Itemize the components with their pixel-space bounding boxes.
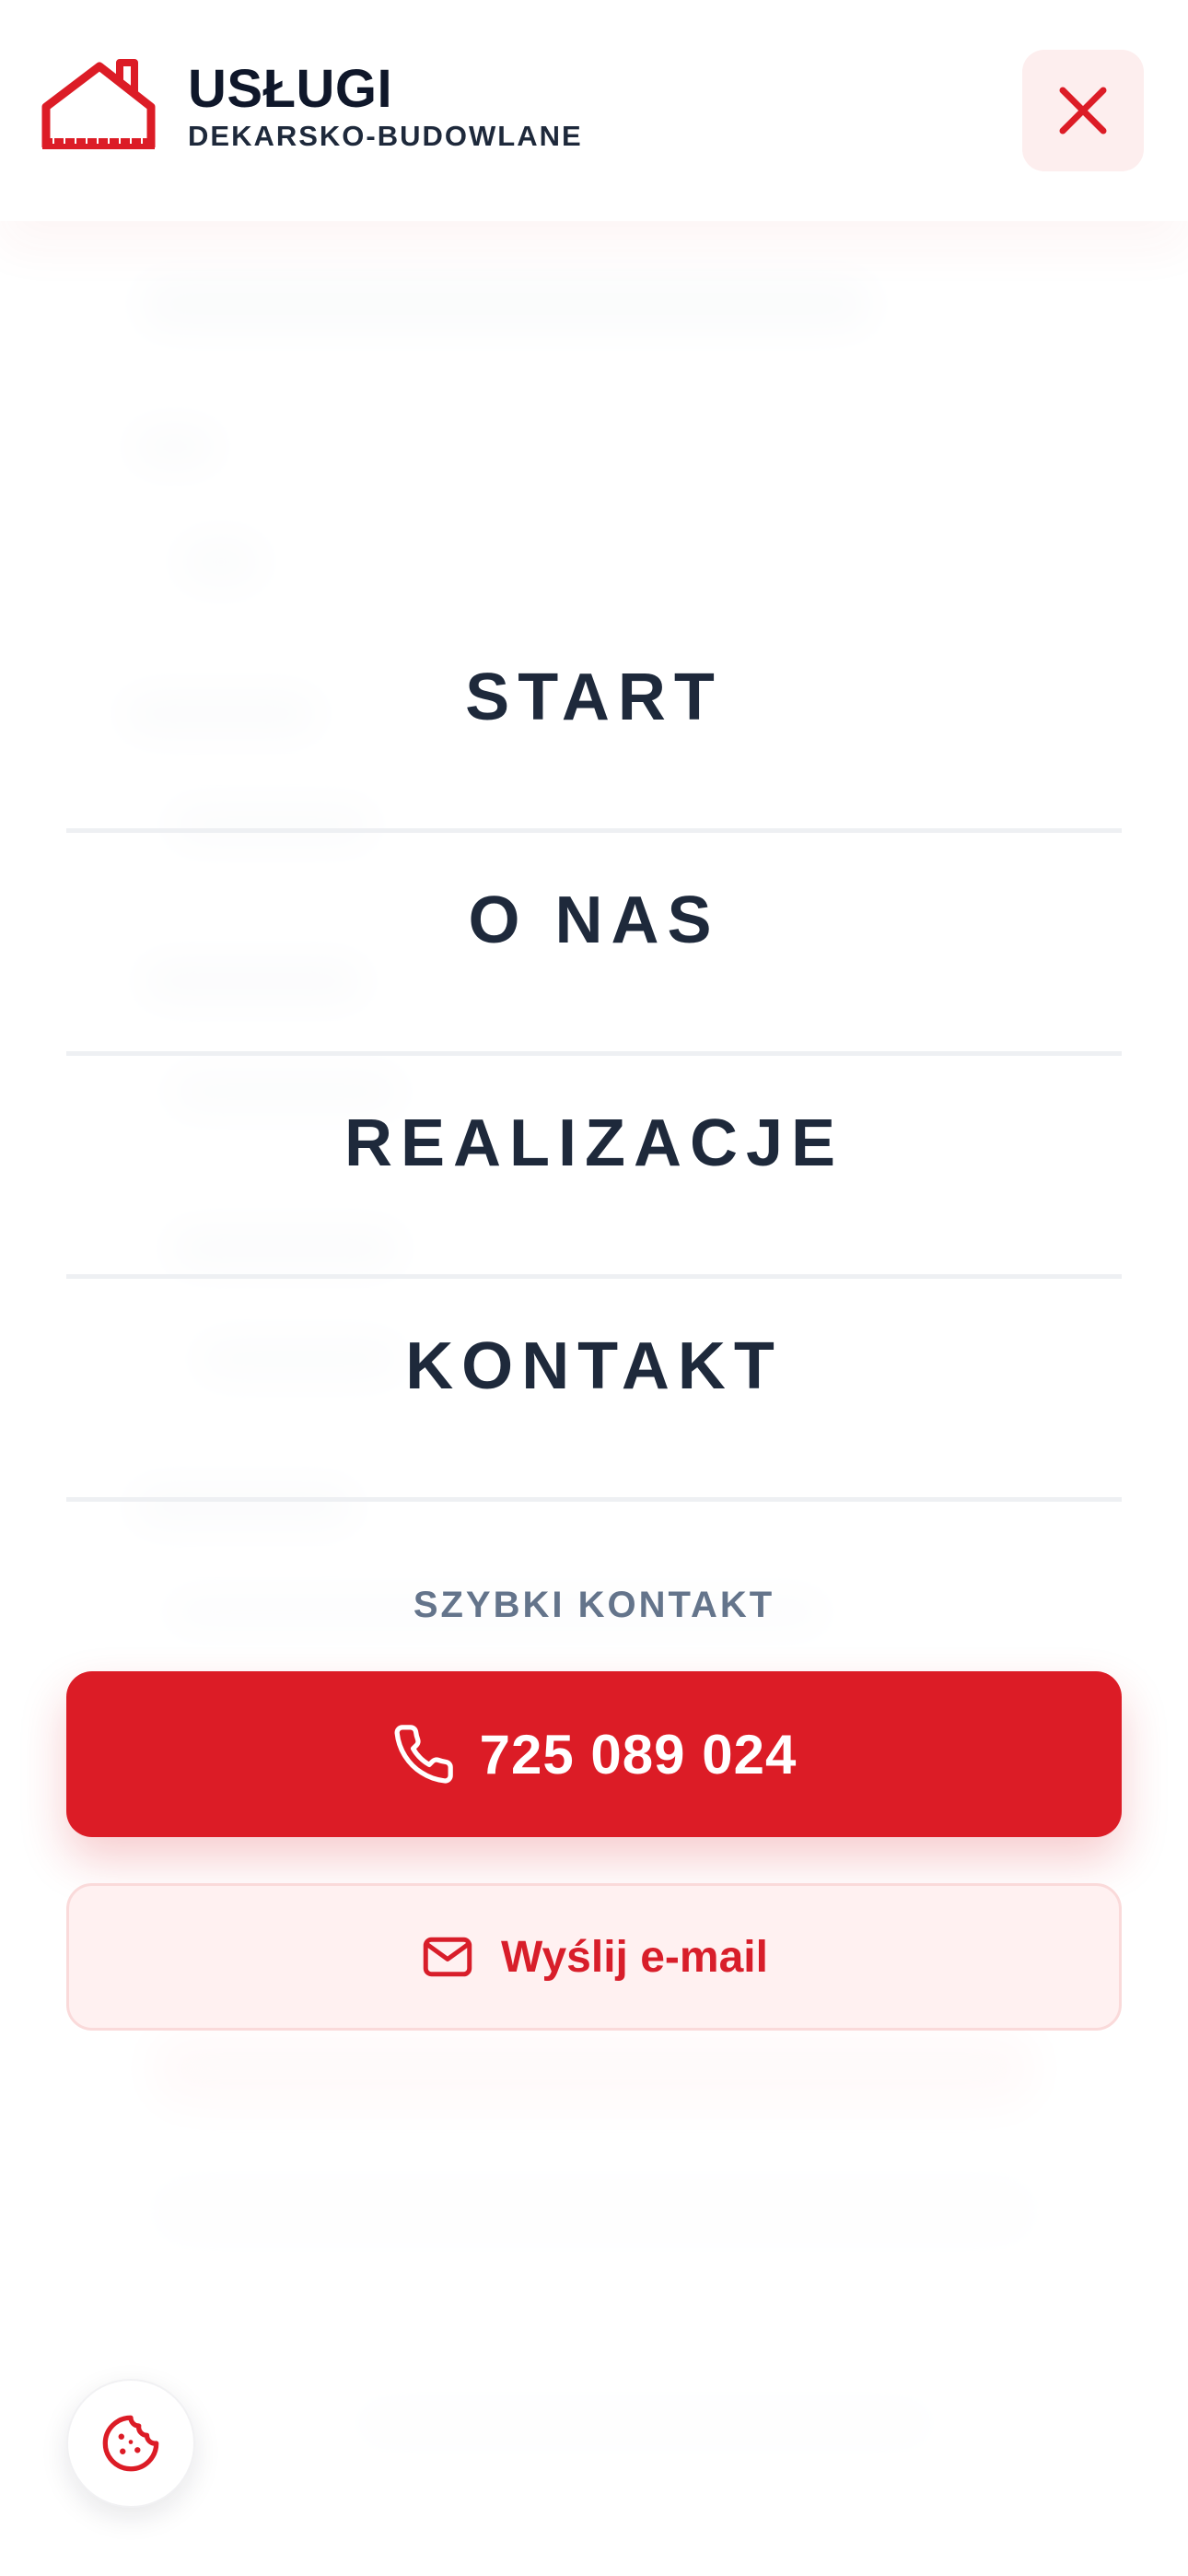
quick-contact-heading: SZYBKI KONTAKT [413,1585,775,1625]
nav-item-label: O NAS [468,883,720,957]
header: USŁUGI DEKARSKO-BUDOWLANE [0,0,1188,221]
brand[interactable]: USŁUGI DEKARSKO-BUDOWLANE [188,61,583,153]
phone-icon [394,1725,453,1784]
cookie-icon [102,2415,159,2472]
nav-item-start[interactable]: START [66,610,1122,833]
nav-item-label: REALIZACJE [344,1106,844,1180]
nav-item-realizacje[interactable]: REALIZACJE [66,1056,1122,1279]
cookie-settings-button[interactable] [66,2379,195,2508]
nav-item-kontakt[interactable]: KONTAKT [66,1279,1122,1502]
call-phone-button[interactable]: 725 089 024 [66,1671,1122,1837]
main-nav: START O NAS REALIZACJE KONTAKT [66,610,1122,1502]
brand-subtitle: DEKARSKO-BUDOWLANE [188,120,583,152]
house-roof-icon[interactable] [41,59,158,151]
phone-number-label: 725 089 024 [479,1723,798,1786]
nav-item-label: START [465,660,723,734]
email-label: Wyślij e-mail [501,1932,768,1982]
send-email-button[interactable]: Wyślij e-mail [66,1883,1122,2031]
brand-title: USŁUGI [188,59,393,119]
close-menu-button[interactable] [1022,50,1144,171]
close-icon [1059,87,1107,135]
mail-icon [423,1937,472,1977]
nav-item-o-nas[interactable]: O NAS [66,833,1122,1056]
nav-item-label: KONTAKT [405,1329,783,1403]
